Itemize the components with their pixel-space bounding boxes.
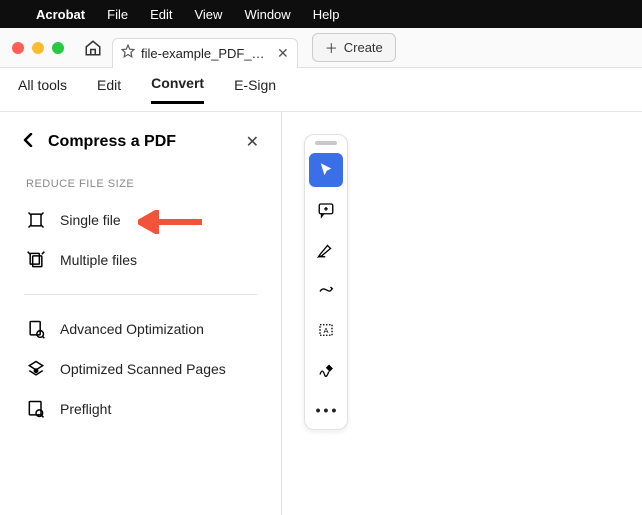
compress-single-icon (26, 210, 46, 230)
tab-close-button[interactable]: ✕ (277, 45, 289, 62)
separator (24, 294, 257, 295)
section-label: REDUCE FILE SIZE (0, 152, 281, 200)
menu-view[interactable]: View (194, 7, 222, 22)
tool-more[interactable]: ••• (309, 393, 343, 427)
option-label: Multiple files (60, 252, 137, 268)
minimize-window-button[interactable] (32, 42, 44, 54)
svg-text:A: A (323, 326, 328, 335)
window-bar: file-example_PDF_500… ✕ ＋ Create (0, 28, 642, 68)
menu-window[interactable]: Window (244, 7, 290, 22)
option-label: Optimized Scanned Pages (60, 361, 226, 377)
option-preflight[interactable]: Preflight (0, 389, 281, 429)
cursor-icon (317, 161, 335, 179)
scanned-pages-icon (26, 359, 46, 379)
canvas-area: A ••• (282, 112, 642, 515)
option-optimized-scanned[interactable]: Optimized Scanned Pages (0, 349, 281, 389)
tab-convert[interactable]: Convert (151, 75, 204, 104)
advanced-optimization-icon (26, 319, 46, 339)
tool-textbox[interactable]: A (309, 313, 343, 347)
zoom-window-button[interactable] (52, 42, 64, 54)
panel-title: Compress a PDF (48, 133, 232, 151)
star-icon[interactable] (121, 44, 135, 63)
panel-header: Compress a PDF ✕ (0, 132, 281, 152)
back-button[interactable] (22, 133, 34, 152)
option-label: Single file (60, 212, 121, 228)
menu-file[interactable]: File (107, 7, 128, 22)
tool-draw[interactable] (309, 273, 343, 307)
toolbar-drag-handle[interactable] (315, 141, 337, 145)
tool-tabs: All tools Edit Convert E-Sign (0, 68, 642, 112)
menu-help[interactable]: Help (313, 7, 340, 22)
tab-title: file-example_PDF_500… (141, 46, 271, 61)
chevron-left-icon (22, 133, 34, 147)
document-tab[interactable]: file-example_PDF_500… ✕ (112, 38, 298, 68)
tab-edit[interactable]: Edit (97, 77, 121, 103)
menu-edit[interactable]: Edit (150, 7, 172, 22)
highlight-icon (317, 241, 335, 259)
create-label: Create (344, 40, 383, 55)
panel-close-button[interactable]: ✕ (246, 132, 259, 152)
home-button[interactable] (82, 37, 104, 59)
option-multiple-files[interactable]: Multiple files (0, 240, 281, 280)
option-label: Preflight (60, 401, 111, 417)
vertical-toolbar: A ••• (304, 134, 348, 430)
draw-icon (317, 281, 335, 299)
annotation-arrow (138, 210, 202, 234)
plus-icon: ＋ (325, 38, 338, 57)
tab-esign[interactable]: E-Sign (234, 77, 276, 103)
sign-icon (317, 361, 335, 379)
create-button[interactable]: ＋ Create (312, 33, 396, 62)
ellipsis-icon: ••• (316, 402, 340, 418)
left-panel: Compress a PDF ✕ REDUCE FILE SIZE Single… (0, 112, 282, 515)
app-name[interactable]: Acrobat (36, 7, 85, 22)
compress-multiple-icon (26, 250, 46, 270)
tool-sign[interactable] (309, 353, 343, 387)
tool-highlight[interactable] (309, 233, 343, 267)
textbox-icon: A (317, 321, 335, 339)
option-label: Advanced Optimization (60, 321, 204, 337)
traffic-lights (12, 42, 64, 54)
preflight-icon (26, 399, 46, 419)
home-icon (84, 39, 102, 57)
tool-comment[interactable] (309, 193, 343, 227)
tool-cursor[interactable] (309, 153, 343, 187)
tab-all-tools[interactable]: All tools (18, 77, 67, 103)
macos-menubar: Acrobat File Edit View Window Help (0, 0, 642, 28)
comment-icon (317, 201, 335, 219)
main-area: Compress a PDF ✕ REDUCE FILE SIZE Single… (0, 112, 642, 515)
close-window-button[interactable] (12, 42, 24, 54)
option-advanced-optimization[interactable]: Advanced Optimization (0, 309, 281, 349)
